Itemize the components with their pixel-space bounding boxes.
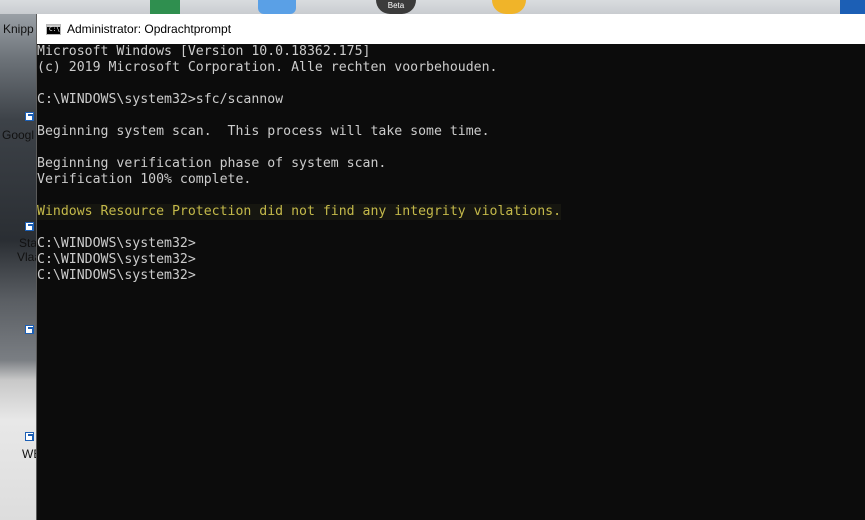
command-prompt-window[interactable]: C:\ Administrator: Opdrachtprompt Micros…	[37, 14, 865, 520]
desktop-app-icon[interactable]	[492, 0, 526, 14]
desktop-icon-label[interactable]: Googl	[2, 128, 34, 142]
desktop-icon-label[interactable]: Knipp	[3, 22, 34, 36]
console-line: Beginning verification phase of system s…	[37, 156, 387, 171]
beta-badge: Beta	[376, 0, 416, 14]
console-output[interactable]: Microsoft Windows [Version 10.0.18362.17…	[37, 44, 865, 520]
console-line: Microsoft Windows [Version 10.0.18362.17…	[37, 44, 371, 59]
console-line: Verification 100% complete.	[37, 172, 252, 187]
prompt-line: C:\WINDOWS\system32>	[37, 252, 196, 267]
shortcut-arrow-icon	[25, 432, 34, 441]
console-line: C:\WINDOWS\system32>sfc/scannow	[37, 92, 284, 107]
console-line: Beginning system scan. This process will…	[37, 124, 490, 139]
shortcut-arrow-icon	[25, 112, 34, 121]
desktop-app-icon[interactable]	[258, 0, 296, 14]
prompt-line: C:\WINDOWS\system32>	[37, 268, 196, 283]
desktop-icon-label[interactable]: Sta	[19, 236, 37, 250]
console-line: (c) 2019 Microsoft Corporation. Alle rec…	[37, 60, 498, 75]
desktop-app-icon[interactable]	[840, 0, 865, 14]
desktop-app-icon[interactable]	[150, 0, 180, 14]
command-prompt-icon: C:\	[46, 23, 61, 35]
integrity-result-line: Windows Resource Protection did not find…	[37, 204, 562, 220]
window-title: Administrator: Opdrachtprompt	[67, 22, 232, 36]
shortcut-arrow-icon	[25, 325, 34, 334]
prompt-line: C:\WINDOWS\system32>	[37, 236, 196, 251]
title-bar[interactable]: C:\ Administrator: Opdrachtprompt	[37, 14, 865, 44]
shortcut-arrow-icon	[25, 222, 34, 231]
